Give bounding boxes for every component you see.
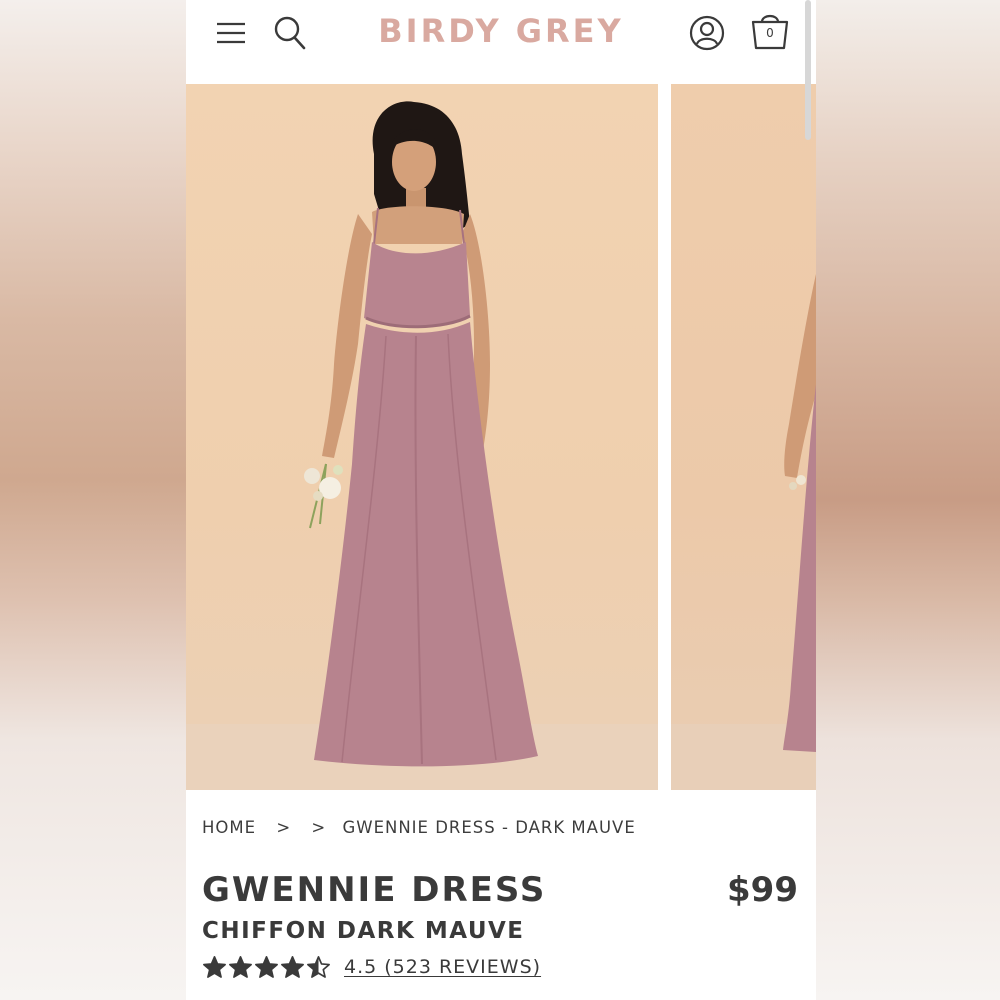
star-full-icon xyxy=(229,955,252,978)
product-price: $99 xyxy=(727,870,798,910)
model-in-dress-illustration xyxy=(186,101,658,790)
star-full-icon xyxy=(255,955,278,978)
product-image-next[interactable] xyxy=(671,84,816,790)
product-title: GWENNIE DRESS xyxy=(202,870,547,910)
product-image-front[interactable] xyxy=(186,84,658,790)
star-full-icon xyxy=(281,955,304,978)
rating-row: 4.5 (523 REVIEWS) xyxy=(202,952,541,982)
model-side-illustration xyxy=(671,274,816,790)
breadcrumb: HOME > > GWENNIE DRESS - DARK MAUVE xyxy=(202,818,636,837)
blurred-backdrop-left xyxy=(0,0,186,1000)
bag-count-badge: 0 xyxy=(766,26,774,40)
product-subtitle: CHIFFON DARK MAUVE xyxy=(202,918,525,944)
page-scrollbar[interactable] xyxy=(805,0,811,140)
search-icon[interactable] xyxy=(272,12,308,52)
brand-logo[interactable]: BIRDY GREY xyxy=(366,12,636,50)
breadcrumb-home-link[interactable]: HOME xyxy=(202,818,256,837)
cutoff-text-line xyxy=(202,992,642,1000)
menu-icon[interactable] xyxy=(214,16,248,50)
breadcrumb-separator: > xyxy=(311,818,327,837)
blurred-backdrop-right xyxy=(816,0,1000,1000)
product-page: BIRDY GREY 0 HOME > > GWENNIE DRESS - DA… xyxy=(186,0,816,1000)
star-full-icon xyxy=(203,955,226,978)
account-icon[interactable] xyxy=(688,14,726,52)
star-rating xyxy=(202,955,332,980)
breadcrumb-separator: > xyxy=(276,818,292,837)
star-half-icon xyxy=(307,955,330,978)
site-header: BIRDY GREY 0 xyxy=(186,0,816,84)
reviews-link[interactable]: 4.5 (523 REVIEWS) xyxy=(344,956,541,978)
breadcrumb-current: GWENNIE DRESS - DARK MAUVE xyxy=(342,818,636,837)
